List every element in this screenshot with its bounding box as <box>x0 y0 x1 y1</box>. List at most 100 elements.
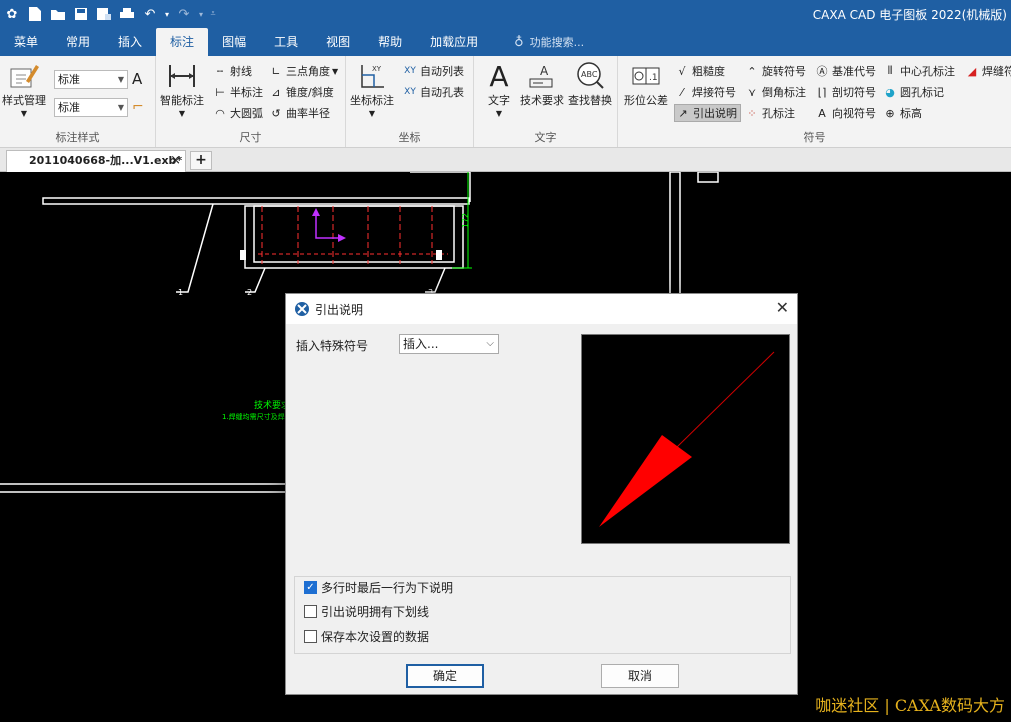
checkbox-checked-icon[interactable]: ✓ <box>304 580 317 594</box>
leader-arrow-preview <box>599 351 775 527</box>
style-manage-button[interactable]: 样式管理 ▼ <box>2 60 46 118</box>
ok-button[interactable]: 确定 <box>406 664 484 688</box>
weld-symbol-button[interactable]: ⁄ 焊接符号 <box>674 83 736 101</box>
smart-dim-button[interactable]: 智能标注 ▼ <box>160 60 204 118</box>
svg-text:ABC: ABC <box>581 70 598 79</box>
weld-seam-icon: ◢ <box>967 64 977 78</box>
taper-slope-button[interactable]: ⊿ 锥度/斜度 <box>268 83 333 101</box>
add-tab-button[interactable]: + <box>190 151 212 170</box>
hole-dim-button[interactable]: ⁘ 孔标注 <box>744 104 795 122</box>
three-point-angle-button[interactable]: ∟ 三点角度 ▼ <box>268 62 338 80</box>
open-folder-icon[interactable] <box>48 4 68 24</box>
text-style-icon[interactable]: A <box>132 70 142 88</box>
close-icon[interactable]: × <box>170 151 181 171</box>
insert-symbol-select[interactable]: 插入... ⌵ <box>399 334 499 354</box>
option-underline[interactable]: 引出说明拥有下划线 <box>304 602 429 620</box>
brush-icon[interactable]: ⌐ <box>132 98 144 116</box>
svg-text:.1: .1 <box>649 73 658 83</box>
elevation-icon: ⊕ <box>885 106 895 120</box>
checkbox-icon[interactable] <box>304 629 317 643</box>
datum-code-button[interactable]: Ⓐ 基准代号 <box>814 62 877 80</box>
coord-dim-icon: XY <box>355 60 389 92</box>
watermark: 咖迷社区 | CAXA数码大方 <box>815 696 1005 715</box>
leader-note-dialog: 引出说明 ✕ 插入特殊符号 插入... ⌵ ✓ 多行时最后一行为下说明 引出说明… <box>285 293 798 695</box>
undo-icon[interactable]: ↶ <box>140 4 160 24</box>
curvature-radius-button[interactable]: ↺ 曲率半径 <box>268 104 330 122</box>
ribbon-group-coordinate: XY 坐标标注 ▼ XY 自动列表 XY 自动孔表 坐标 <box>346 56 474 147</box>
ray-button[interactable]: ╌ 射线 <box>212 62 252 80</box>
print-icon[interactable] <box>117 4 137 24</box>
chamfer-dim-button[interactable]: ⋎ 倒角标注 <box>744 83 806 101</box>
half-dim-button[interactable]: ⊢ 半标注 <box>212 83 263 101</box>
tab-menu[interactable]: 菜单 <box>0 28 52 56</box>
tech-requirements-note: 1.焊缝均需尺寸及焊 <box>222 413 285 421</box>
tab-view[interactable]: 视图 <box>312 28 364 56</box>
undo-dropdown-icon[interactable]: ▾ <box>163 4 171 24</box>
circle-hole-mark-button[interactable]: ◕ 圆孔标记 <box>882 83 944 101</box>
view-symbol-button[interactable]: A 向视符号 <box>814 104 876 122</box>
large-arc-button[interactable]: ◠ 大圆弧 <box>212 104 263 122</box>
hole-icon: ⁘ <box>747 106 757 120</box>
tab-annotate[interactable]: 标注 <box>156 28 209 56</box>
tech-requirements-button[interactable]: A 技术要求 <box>520 60 564 108</box>
ribbon-group-symbol: .1 形位公差 √ 粗糙度 ⁄ 焊接符号 ↗ 引出说明 ⌃ 旋转符号 ⋎ 倒角标注 ⁘ 孔标… <box>618 56 1011 147</box>
center-hole-button[interactable]: ⫴ 中心孔标注 <box>882 62 955 80</box>
roughness-icon: √ <box>678 64 686 78</box>
xy-hole-icon: XY <box>404 87 416 97</box>
tab-help[interactable]: 帮助 <box>364 28 416 56</box>
tab-sheet[interactable]: 图幅 <box>208 28 260 56</box>
weld-seam-button[interactable]: ◢焊缝符 <box>964 62 1011 80</box>
section-symbol-button[interactable]: ⌊⌉ 剖切符号 <box>814 83 876 101</box>
tab-common[interactable]: 常用 <box>52 28 104 56</box>
customize-qat-icon[interactable]: ⩡ <box>208 4 218 24</box>
section-icon: ⌊⌉ <box>817 85 827 99</box>
cancel-button[interactable]: 取消 <box>601 664 679 688</box>
save-as-icon[interactable] <box>94 4 114 24</box>
find-replace-button[interactable]: ABC 查找替换 <box>568 60 612 108</box>
tab-addins[interactable]: 加载应用 <box>416 28 492 56</box>
feature-search-placeholder: 功能搜索... <box>529 36 585 49</box>
chevron-down-icon: ▼ <box>368 109 376 118</box>
tab-tools[interactable]: 工具 <box>260 28 312 56</box>
document-tab-bar: 2011040668-加...V1.exb* × + <box>0 148 1011 172</box>
svg-text:XY: XY <box>372 65 382 73</box>
elevation-button[interactable]: ⊕ 标高 <box>882 104 922 122</box>
tab-insert[interactable]: 插入 <box>104 28 156 56</box>
text-style-combo[interactable]: 标准 ▼ <box>54 70 128 89</box>
checkbox-icon[interactable] <box>304 604 317 618</box>
redo-dropdown-icon[interactable]: ▾ <box>197 4 205 24</box>
dialog-title-bar[interactable]: 引出说明 ✕ <box>286 294 797 324</box>
text-button[interactable]: A 文字 ▼ <box>482 60 516 119</box>
new-file-icon[interactable] <box>25 4 45 24</box>
option-multiline-last[interactable]: ✓ 多行时最后一行为下说明 <box>304 578 453 596</box>
app-logo-icon[interactable]: ✿ <box>2 4 22 24</box>
save-icon[interactable] <box>71 4 91 24</box>
auto-hole-table-button[interactable]: XY 自动孔表 <box>402 83 464 101</box>
find-replace-icon: ABC <box>573 60 607 92</box>
geo-tolerance-button[interactable]: .1 形位公差 <box>624 60 668 108</box>
smart-dim-icon <box>165 60 199 92</box>
feature-search[interactable]: ♁ 功能搜索... <box>492 28 584 56</box>
dimension-value: 172 <box>461 212 471 229</box>
roughness-button[interactable]: √ 粗糙度 <box>674 62 725 80</box>
option-save-settings[interactable]: 保存本次设置的数据 <box>304 627 429 645</box>
leader-note-button[interactable]: ↗ 引出说明 <box>674 104 741 122</box>
lightbulb-icon: ♁ <box>514 34 524 50</box>
document-tab[interactable]: 2011040668-加...V1.exb* × <box>6 150 186 172</box>
view-arrow-icon: A <box>818 106 826 120</box>
dim-style-combo[interactable]: 标准 ▼ <box>54 98 128 117</box>
tech-requirements-icon: A <box>525 60 559 92</box>
large-arc-icon: ◠ <box>215 106 225 120</box>
menu-bar: 菜单 常用 插入 标注 图幅 工具 视图 帮助 加载应用 ♁ 功能搜索... <box>0 28 1011 56</box>
auto-list-button[interactable]: XY 自动列表 <box>402 62 464 80</box>
svg-text:A: A <box>540 64 549 78</box>
rotate-symbol-button[interactable]: ⌃ 旋转符号 <box>744 62 806 80</box>
app-title: CAXA CAD 电子图板 2022(机械版) <box>812 8 1007 22</box>
redo-icon[interactable]: ↷ <box>174 4 194 24</box>
coord-dim-button[interactable]: XY 坐标标注 ▼ <box>350 60 394 118</box>
quick-access-toolbar: ✿ ↶ ▾ ↷ ▾ ⩡ <box>0 0 221 28</box>
datum-icon: Ⓐ <box>816 65 828 78</box>
close-icon[interactable]: ✕ <box>776 298 789 317</box>
chevron-down-icon: ▼ <box>332 66 339 76</box>
ray-icon: ╌ <box>216 64 224 78</box>
